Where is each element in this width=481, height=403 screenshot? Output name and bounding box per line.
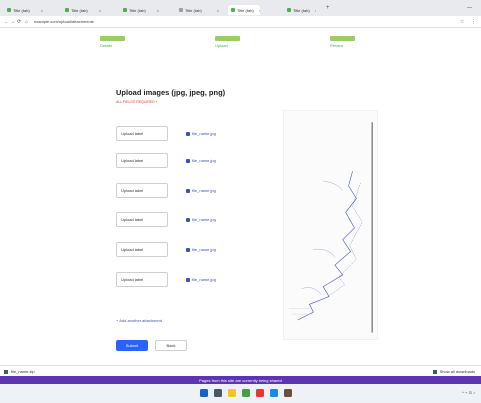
home-icon[interactable]: ⌂: [25, 19, 28, 25]
back-arrow-icon[interactable]: ←: [4, 19, 9, 25]
reload-icon[interactable]: ⟳: [17, 19, 21, 25]
browser-tabbar: Title (tab) × Title (tab) × Title (tab) × T…: [0, 0, 481, 16]
window-minimize-icon[interactable]: —: [467, 5, 472, 11]
app-icon[interactable]: [242, 389, 250, 397]
tab-close-icon[interactable]: ×: [154, 8, 159, 13]
new-tab-icon[interactable]: +: [326, 5, 330, 11]
tab-close-icon[interactable]: ×: [256, 8, 260, 13]
browser-tab[interactable]: Title (tab) ×: [62, 5, 104, 15]
forward-arrow-icon[interactable]: →: [10, 19, 15, 25]
back-button[interactable]: Back: [155, 340, 187, 351]
tab-close-icon[interactable]: ×: [96, 8, 101, 13]
file-link[interactable]: file_name.jpg: [186, 277, 216, 282]
upload-field[interactable]: Upload label: [116, 153, 168, 168]
upload-icon: [186, 158, 190, 163]
windows-icon[interactable]: [200, 389, 208, 397]
step-upload: Upload: [215, 36, 240, 48]
taskbar: ^ ⌁ ⊡ ♪: [0, 384, 481, 403]
upload-field[interactable]: Upload label: [116, 126, 168, 141]
file-icon: [4, 369, 8, 374]
show-all-downloads[interactable]: Show all downloads: [432, 369, 475, 374]
app-icon[interactable]: [256, 389, 264, 397]
upload-icon: [186, 188, 190, 193]
browser-tab[interactable]: Title (tab) ×: [120, 5, 162, 15]
tab-close-icon[interactable]: ×: [38, 8, 43, 13]
upload-field[interactable]: Upload label: [116, 183, 168, 198]
taskbar-icons: [200, 389, 292, 397]
search-icon[interactable]: [214, 389, 222, 397]
url-field[interactable]: example.com/upload/attachments: [34, 19, 94, 24]
browser-tab[interactable]: Title (tab) ×: [176, 5, 222, 15]
upload-icon: [186, 131, 190, 136]
file-link[interactable]: file_name.jpg: [186, 247, 216, 252]
step-bar: [215, 36, 240, 41]
step-bar: [100, 36, 125, 41]
image-preview: [283, 110, 378, 340]
browser-icon[interactable]: [270, 389, 278, 397]
step-review: Review: [330, 36, 355, 48]
upload-field[interactable]: Upload label: [116, 242, 168, 257]
favicon-icon: [65, 8, 69, 12]
favicon-icon: [7, 8, 11, 12]
sharing-banner: Pages from this site are currently being…: [0, 376, 481, 384]
file-link[interactable]: file_name.jpg: [186, 217, 216, 222]
upload-field[interactable]: Upload label: [116, 272, 168, 287]
upload-icon: [186, 277, 190, 282]
bookmark-icon[interactable]: ☆: [460, 19, 464, 25]
system-tray: ^ ⌁ ⊡ ♪: [462, 390, 475, 395]
upload-icon: [186, 247, 190, 252]
favicon-icon: [179, 8, 183, 12]
file-link[interactable]: file_name.jpg: [186, 188, 216, 193]
browser-tab-active[interactable]: Title (tab) ×: [228, 5, 260, 15]
tab-close-icon[interactable]: ×: [312, 8, 316, 13]
download-icon: [432, 369, 437, 374]
address-bar: ← → ⟳ ⌂ example.com/upload/attachments ☆…: [0, 16, 481, 28]
file-link[interactable]: file_name.jpg: [186, 158, 216, 163]
page-title: Upload images (jpg, jpeg, png): [116, 88, 226, 97]
menu-icon[interactable]: ⋮: [471, 19, 476, 25]
add-another-link[interactable]: + Add another attachment: [116, 318, 162, 323]
upload-field[interactable]: Upload label: [116, 212, 168, 227]
step-details: Details: [100, 36, 125, 48]
browser-tab[interactable]: Title (tab) ×: [4, 5, 46, 15]
browser-tab[interactable]: Title (tab) ×: [284, 5, 316, 15]
app-icon[interactable]: [284, 389, 292, 397]
download-item[interactable]: file_name.zip: [4, 369, 35, 374]
required-note: ALL FIELDS REQUIRED *: [116, 100, 158, 104]
downloads-bar: file_name.zip Show all downloads: [0, 365, 481, 376]
upload-icon: [186, 217, 190, 222]
file-link[interactable]: file_name.jpg: [186, 131, 216, 136]
step-bar: [330, 36, 355, 41]
preview-sketch: [288, 122, 373, 333]
favicon-icon: [123, 8, 127, 12]
folder-icon[interactable]: [228, 389, 236, 397]
favicon-icon: [287, 8, 291, 12]
favicon-icon: [231, 8, 235, 12]
submit-button[interactable]: Submit: [116, 340, 148, 351]
tab-close-icon[interactable]: ×: [214, 8, 219, 13]
